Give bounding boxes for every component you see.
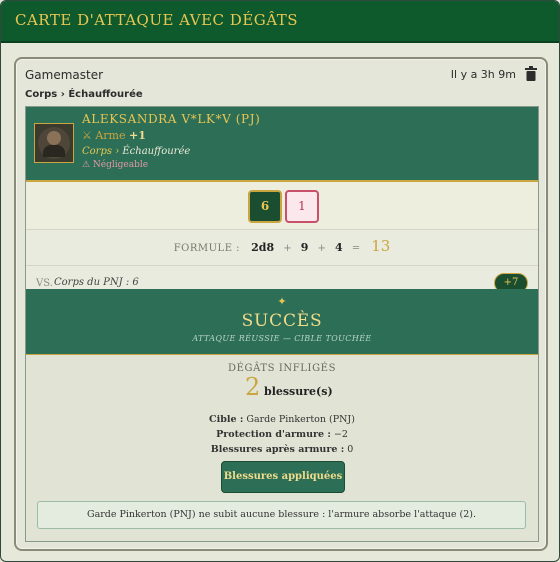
result-message: Garde Pinkerton (PNJ) ne subit aucune bl… <box>37 501 526 529</box>
breadcrumb: Corps › Échauffourée <box>25 89 143 100</box>
dice-row: 6 1 <box>26 182 538 230</box>
damage-unit: blessure(s) <box>264 385 333 398</box>
formula-dice: 2d8 <box>251 241 275 254</box>
armor-label: Protection d'armure : <box>216 429 331 440</box>
formula-label: FORMULE : <box>173 243 241 254</box>
warning-badge: ⚠ Négligeable <box>82 160 149 170</box>
target-value: Garde Pinkerton (PNJ) <box>246 414 355 425</box>
chat-card: Gamemaster Il y a 3h 9m Corps › Échauffo… <box>14 57 548 551</box>
location-sub: Échauffourée <box>122 146 191 157</box>
formula-result: 13 <box>371 237 391 255</box>
formula-value-2: 4 <box>334 241 343 254</box>
weapon-bonus: +1 <box>129 129 146 142</box>
star-icon: ✦ <box>277 295 287 308</box>
die-result-2[interactable]: 1 <box>285 190 319 223</box>
damage-panel: DÉGÂTS INFLIGÉS 2 blessure(s) Cible : Ga… <box>26 355 538 541</box>
location-separator: › <box>115 146 120 157</box>
damage-label: DÉGÂTS INFLIGÉS <box>227 363 337 374</box>
window-title: CARTE D'ATTAQUE AVEC DÉGÂTS <box>15 11 299 29</box>
card-author: Gamemaster <box>25 68 104 82</box>
target-label: Cible : <box>209 414 244 425</box>
target-line: Cible : Garde Pinkerton (PNJ) <box>26 414 538 425</box>
title-bar: CARTE D'ATTAQUE AVEC DÉGÂTS <box>1 1 559 43</box>
attacker-header: ALEKSANDRA V*LK*V (PJ) ⚔ Arme +1 Corps ›… <box>26 107 538 182</box>
versus-target: Corps du PNJ : 6 <box>54 277 139 288</box>
weapon-label: ⚔ Arme <box>82 129 126 142</box>
outcome-title: SUCCÈS <box>241 311 323 331</box>
app-window: CARTE D'ATTAQUE AVEC DÉGÂTS Gamemaster I… <box>0 0 560 562</box>
after-armor-label: Blessures après armure : <box>210 444 345 455</box>
outcome-banner: ✦ SUCCÈS ATTAQUE RÉUSSIE — CIBLE TOUCHÉE <box>26 289 538 355</box>
outcome-subtitle: ATTAQUE RÉUSSIE — CIBLE TOUCHÉE <box>192 334 372 343</box>
after-armor-value: 0 <box>347 444 354 455</box>
die-result-1[interactable]: 6 <box>248 190 282 223</box>
formula-equals: = <box>351 243 361 254</box>
apply-wounds-button[interactable]: Blessures appliquées <box>221 461 345 493</box>
formula-op-2: + <box>317 243 326 254</box>
attack-card: ALEKSANDRA V*LK*V (PJ) ⚔ Arme +1 Corps ›… <box>25 106 539 542</box>
trash-icon[interactable] <box>524 66 538 82</box>
location-main: Corps <box>82 146 112 157</box>
roll-formula: FORMULE : 2d8 + 9 + 4 = 13 <box>26 230 538 266</box>
armor-value: −2 <box>333 429 348 440</box>
card-timestamp: Il y a 3h 9m <box>450 68 516 81</box>
location-line: Corps › Échauffourée <box>82 146 190 157</box>
after-armor-line: Blessures après armure : 0 <box>26 444 538 455</box>
avatar[interactable] <box>34 123 74 163</box>
formula-value-1: 9 <box>300 241 309 254</box>
damage-amount: 2 <box>245 373 261 401</box>
versus-label: VS. <box>36 278 53 289</box>
armor-line: Protection d'armure : −2 <box>26 429 538 440</box>
weapon-line: ⚔ Arme +1 <box>82 129 146 142</box>
formula-op-1: + <box>283 243 292 254</box>
attacker-name: ALEKSANDRA V*LK*V (PJ) <box>82 112 261 126</box>
